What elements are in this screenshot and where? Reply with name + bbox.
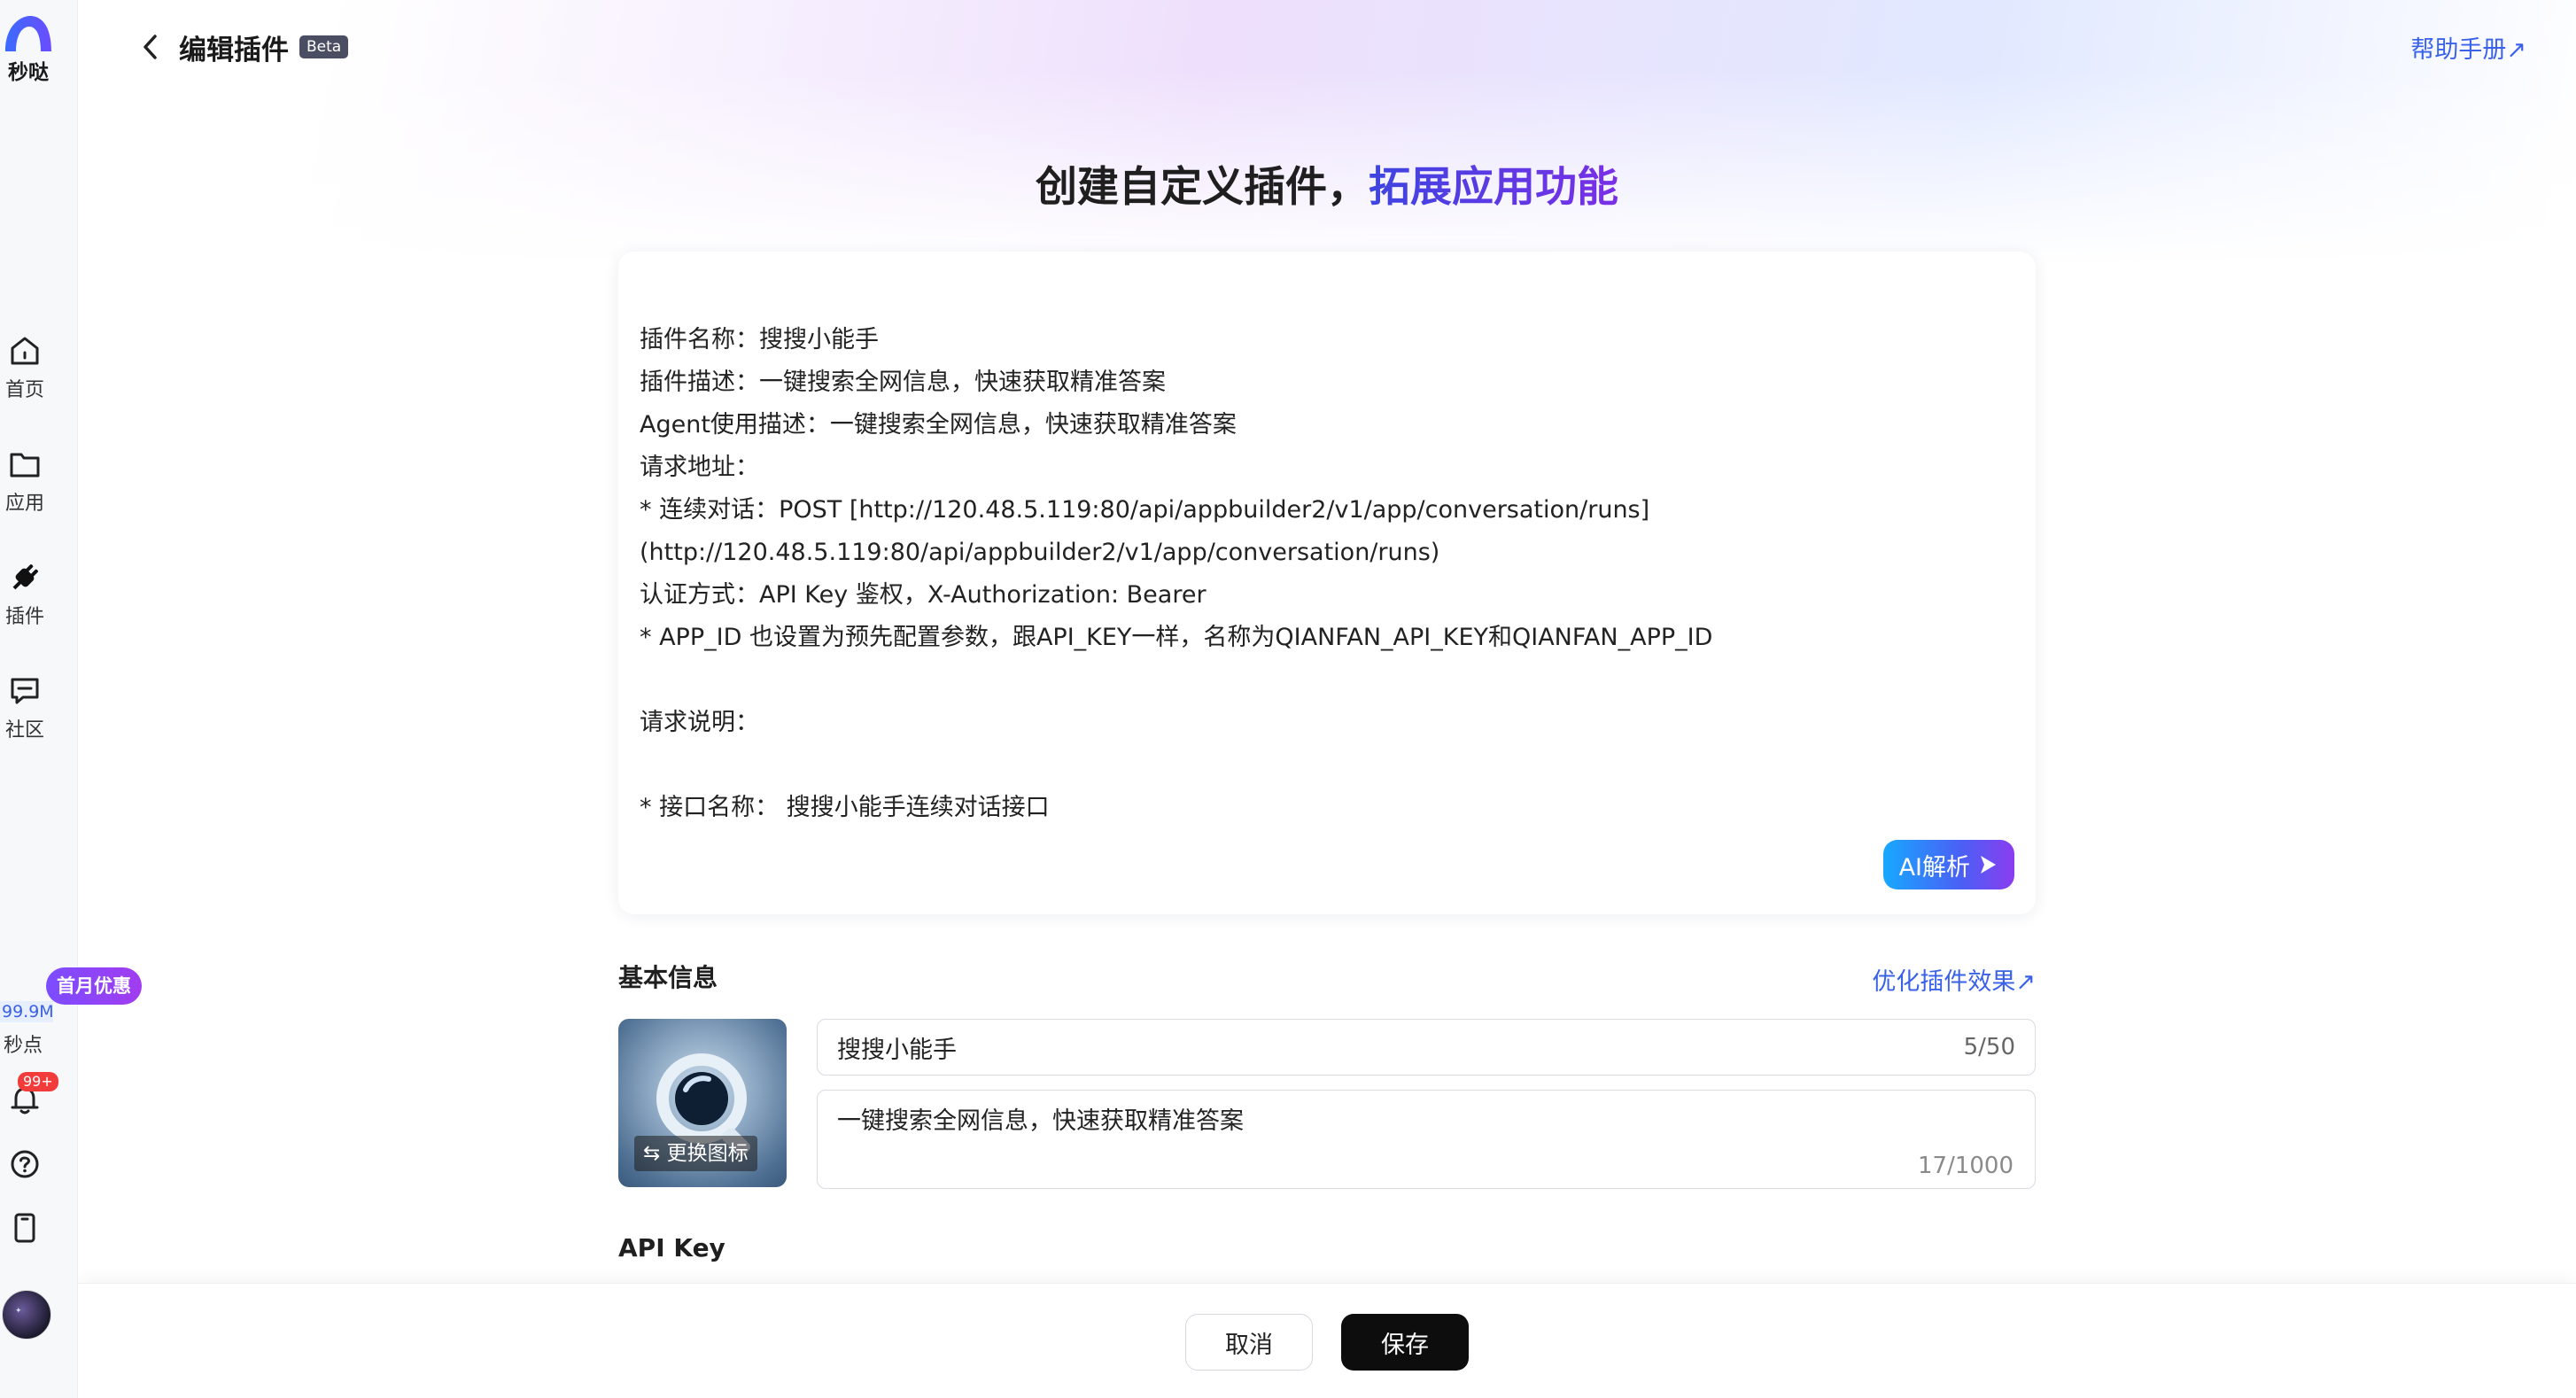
chevron-left-icon [144, 35, 157, 59]
sidebar-item-label: 插件 [4, 606, 44, 628]
spec-line: 认证方式：API Key 鉴权，X-Authorization: Bearer [640, 581, 1207, 609]
sidebar: 秒哒 首页 应用 插件 社区 首月优惠 99.9M 秒点 99+ ✦ [0, 0, 142, 1398]
plugin-name-value: 搜搜小能手 [837, 1036, 957, 1064]
spec-line: 插件描述：一键搜索全网信息，快速获取精准答案 [640, 369, 1166, 396]
notification-count-badge: 99+ [18, 1072, 58, 1091]
phone-icon [14, 1213, 35, 1243]
change-icon-button[interactable]: ⇆ 更换图标 [634, 1136, 757, 1171]
plugin-spec-editor[interactable]: 插件名称：搜搜小能手 插件描述：一键搜索全网信息，快速获取精准答案 Agent使… [618, 252, 2036, 914]
plugin-description-input[interactable]: 一键搜索全网信息，快速获取精准答案 17/1000 [817, 1090, 2036, 1189]
sidebar-item-home[interactable]: 首页 [0, 333, 50, 402]
home-icon [11, 337, 39, 365]
back-button[interactable] [133, 29, 168, 65]
question-circle-icon [11, 1150, 39, 1178]
spec-line: 插件名称：搜搜小能手 [640, 326, 879, 353]
spec-line: Agent使用描述：一键搜索全网信息，快速获取精准答案 [640, 411, 1237, 439]
plugin-description-count: 17/1000 [1917, 1153, 2013, 1179]
sidebar-item-label: 社区 [4, 719, 44, 742]
plugin-name-count: 5/50 [1963, 1034, 2015, 1060]
footer-actions: 取消 保存 [78, 1283, 2576, 1398]
avatar[interactable]: ✦ [2, 1290, 51, 1340]
plugin-icon-picker[interactable]: ⇆ 更换图标 [618, 1019, 787, 1187]
spec-line: * APP_ID 也设置为预先配置参数，跟API_KEY一样，名称为QIANFA… [640, 624, 1713, 651]
spec-line: * 连续对话：POST [http://120.48.5.119:80/api/… [640, 496, 1650, 524]
spec-line [640, 659, 1712, 702]
page-header: 编辑插件 Beta [133, 23, 349, 71]
plugin-description-value: 一键搜索全网信息，快速获取精准答案 [837, 1107, 1244, 1135]
help-button[interactable] [9, 1148, 41, 1184]
community-icon [11, 678, 39, 704]
hero-prefix: 创建自定义插件， [1036, 163, 1369, 212]
spec-line: * 接口名称： 搜搜小能手连续对话接口 [640, 794, 1050, 821]
plugin-icon [12, 564, 38, 590]
beta-badge: Beta [299, 35, 349, 58]
optimize-plugin-link[interactable]: 优化插件效果↗ [1872, 962, 2036, 997]
points-label[interactable]: 秒点 [4, 1029, 43, 1058]
header-background [78, 0, 2576, 266]
sidebar-item-label: 应用 [4, 493, 44, 515]
save-button[interactable]: 保存 [1341, 1314, 1469, 1371]
plugin-name-input[interactable]: 搜搜小能手 5/50 [817, 1019, 2036, 1076]
logo-text: 秒哒 [8, 61, 49, 84]
ai-parse-button[interactable]: AI解析 [1882, 840, 2014, 889]
page-title: 编辑插件 [179, 34, 289, 66]
sidebar-item-plugins[interactable]: 插件 [0, 560, 50, 629]
ai-parse-label: AI解析 [1898, 853, 1970, 882]
help-manual-link[interactable]: 帮助手册↗ [2410, 30, 2526, 65]
main-area: 编辑插件 Beta 帮助手册↗ 创建自定义插件，拓展应用功能 插件名称：搜搜小能… [78, 0, 2576, 1398]
avatar-decoration: ✦ [15, 1307, 22, 1316]
basic-info-title: 基本信息 [618, 963, 718, 992]
plugin-spec-text[interactable]: 插件名称：搜搜小能手 插件描述：一键搜索全网信息，快速获取精准答案 Agent使… [640, 319, 1712, 829]
hero-accent: 拓展应用功能 [1369, 163, 1618, 212]
logo-icon [5, 16, 51, 51]
cancel-button[interactable]: 取消 [1185, 1314, 1313, 1371]
folder-icon [10, 453, 40, 478]
spec-line: 请求说明： [640, 709, 759, 736]
app-logo[interactable]: 秒哒 [0, 12, 57, 85]
spec-line: (http://120.48.5.119:80/api/appbuilder2/… [640, 539, 1440, 566]
spec-line [640, 744, 1712, 787]
points-value: 99.9M [0, 1001, 54, 1022]
hero-heading: 创建自定义插件，拓展应用功能 [78, 152, 2576, 214]
api-key-title: API Key [618, 1233, 725, 1262]
sidebar-item-label: 首页 [4, 379, 44, 401]
sidebar-item-community[interactable]: 社区 [0, 673, 50, 742]
play-arrow-icon [1981, 856, 1996, 874]
spec-line: 请求地址： [640, 454, 759, 481]
sidebar-item-apps[interactable]: 应用 [0, 447, 50, 516]
mobile-button[interactable] [11, 1212, 39, 1247]
